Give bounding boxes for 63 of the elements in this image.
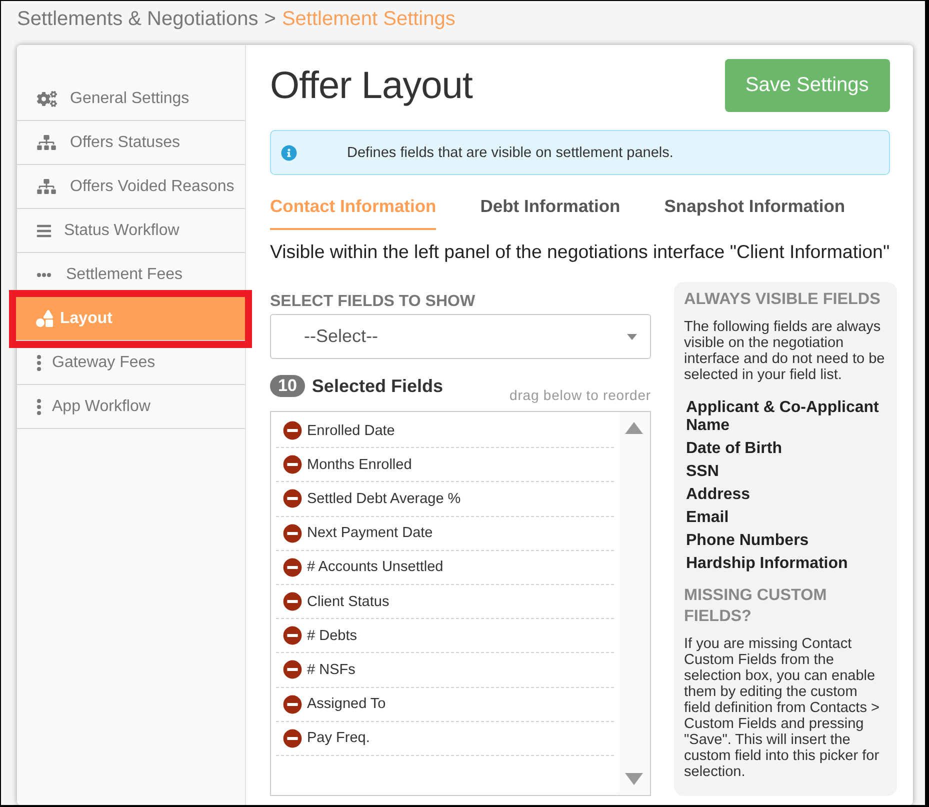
field-item[interactable]: Next Payment Date bbox=[276, 516, 614, 551]
field-item[interactable]: # NSFs bbox=[276, 653, 614, 688]
menu-icon bbox=[37, 222, 51, 238]
breadcrumb-link[interactable]: Settlements & Negotiations bbox=[17, 7, 258, 31]
drag-hint: drag below to reorder bbox=[510, 387, 651, 403]
field-item[interactable]: Settled Debt Average % bbox=[276, 482, 614, 517]
select-field[interactable]: --Select-- bbox=[270, 314, 651, 359]
field-picker-label: SELECT FIELDS TO SHOW bbox=[270, 293, 476, 311]
remove-icon[interactable] bbox=[283, 524, 302, 543]
page-title: Offer Layout bbox=[270, 64, 472, 108]
shapes-icon bbox=[36, 310, 53, 327]
info-icon bbox=[281, 144, 297, 160]
remove-icon[interactable] bbox=[283, 489, 302, 508]
gears-icon bbox=[37, 90, 57, 106]
breadcrumb-separator: > bbox=[264, 7, 276, 31]
remove-icon[interactable] bbox=[283, 592, 302, 612]
field-item[interactable]: Enrolled Date bbox=[276, 414, 614, 448]
remove-icon[interactable] bbox=[283, 421, 302, 440]
vertical-dots-icon bbox=[37, 398, 41, 414]
always-visible-field: Date of Birth bbox=[686, 440, 887, 458]
help-heading: ALWAYS VISIBLE FIELDS bbox=[684, 289, 882, 310]
tab[interactable]: Snapshot Information bbox=[664, 196, 846, 230]
field-item[interactable]: Pay Freq. bbox=[276, 722, 614, 756]
tab[interactable]: Debt Information bbox=[480, 196, 620, 230]
breadcrumb-current: Settlement Settings bbox=[282, 7, 456, 31]
alert-text: Defines fields that are visible on settlement panels. bbox=[347, 144, 674, 160]
hierarchy-icon bbox=[37, 135, 56, 150]
scroll-up-icon[interactable] bbox=[625, 422, 643, 434]
always-visible-field: Email bbox=[686, 509, 887, 527]
remove-icon[interactable] bbox=[283, 728, 302, 748]
hierarchy-icon bbox=[37, 179, 56, 194]
always-visible-field: Applicant & Co-Applicant Name bbox=[686, 399, 887, 435]
scroll-down-icon[interactable] bbox=[625, 773, 643, 785]
field-item[interactable]: Months Enrolled bbox=[276, 448, 614, 482]
sidebar-item[interactable]: App Workflow bbox=[17, 385, 245, 429]
vertical-dots-icon bbox=[37, 354, 41, 370]
field-item[interactable]: # Accounts Unsettled bbox=[276, 550, 614, 585]
sidebar-item[interactable]: General Settings bbox=[17, 77, 245, 121]
always-visible-field: Hardship Information bbox=[686, 555, 887, 573]
remove-icon[interactable] bbox=[283, 694, 302, 714]
sidebar-item[interactable]: Offers Voided Reasons bbox=[17, 165, 245, 209]
help-text: If you are missing Contact Custom Fields from the selection box, you can enable them by editing the custom field definition from Contacts > Custom Fields and pressing "Save". This will insert the custom field into this picker for selection. bbox=[684, 636, 880, 780]
three-dots-icon bbox=[37, 272, 51, 276]
field-item[interactable]: Client Status bbox=[276, 584, 614, 620]
always-visible-field: Phone Numbers bbox=[686, 532, 887, 550]
caret-icon bbox=[627, 334, 637, 340]
sidebar-item[interactable]: Settlement Fees bbox=[17, 253, 245, 290]
help-text: The following fields are always visible on the negotiation interface and do not need to be selected in your field list. bbox=[684, 319, 886, 383]
sidebar-item[interactable]: Status Workflow bbox=[17, 209, 245, 253]
remove-icon[interactable] bbox=[283, 455, 302, 474]
field-item[interactable]: # Debts bbox=[276, 619, 614, 654]
selected-fields-label: Selected Fields bbox=[312, 376, 443, 396]
sidebar-item[interactable]: Gateway Fees bbox=[17, 348, 245, 385]
always-visible-field: SSN bbox=[686, 463, 887, 481]
field-item[interactable]: Assigned To bbox=[276, 688, 614, 722]
remove-icon[interactable] bbox=[283, 626, 302, 646]
sidebar-item[interactable]: Offers Statuses bbox=[17, 121, 245, 165]
count-badge: 10 bbox=[270, 375, 305, 397]
remove-icon[interactable] bbox=[283, 558, 302, 577]
help-heading: MISSING CUSTOM FIELDS? bbox=[684, 585, 828, 627]
description-text: Visible within the left panel of the negotiations interface "Client Information" bbox=[270, 241, 890, 263]
remove-icon[interactable] bbox=[283, 660, 302, 680]
always-visible-field: Address bbox=[686, 486, 887, 504]
